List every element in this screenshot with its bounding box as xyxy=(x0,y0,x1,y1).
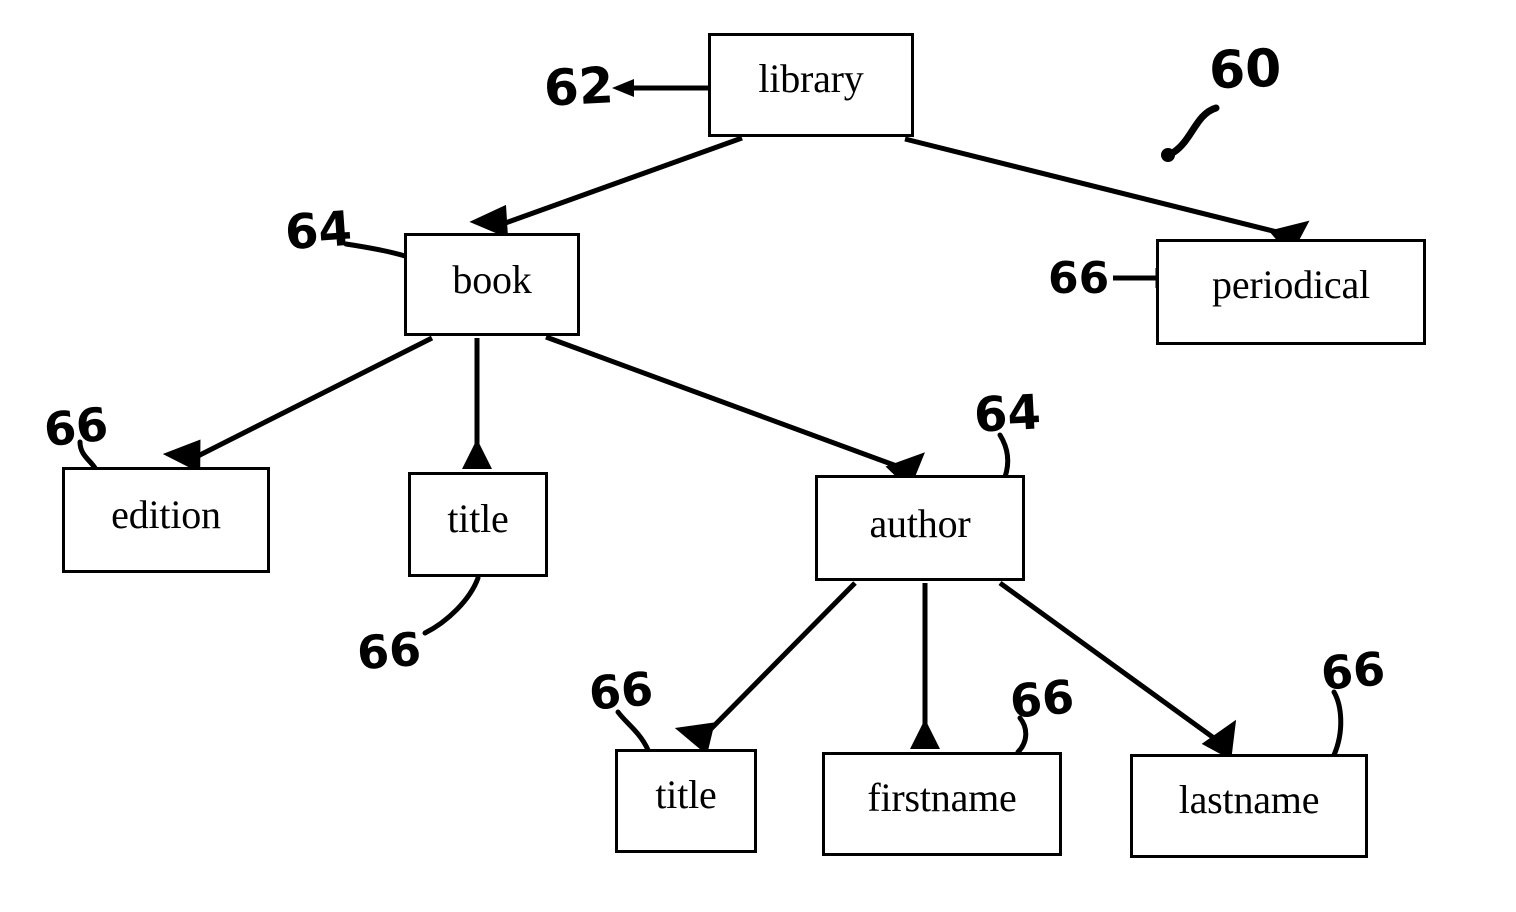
leader-66-lastname xyxy=(1331,689,1344,758)
reference-numeral-64-book: 64 xyxy=(283,200,354,262)
node-edition[interactable]: edition xyxy=(62,467,270,573)
reference-numeral-66-firstname: 66 xyxy=(1007,669,1077,729)
figure-canvas: library book periodical edition title au… xyxy=(0,0,1516,912)
node-book-label: book xyxy=(452,256,532,302)
node-lastname[interactable]: lastname xyxy=(1130,754,1368,858)
edge-book-edition xyxy=(162,335,434,474)
reference-numeral-66-lastname: 66 xyxy=(1318,641,1388,701)
node-title-author-label: title xyxy=(655,772,717,817)
edge-book-author xyxy=(545,334,925,490)
node-firstname[interactable]: firstname xyxy=(822,752,1062,856)
node-title-book[interactable]: title xyxy=(408,472,548,577)
edge-book-title xyxy=(462,338,492,469)
reference-numeral-66-title-author: 66 xyxy=(586,661,656,721)
reference-numeral-64-author: 64 xyxy=(972,384,1043,444)
leader-62 xyxy=(612,79,708,97)
edge-author-title xyxy=(674,581,857,756)
node-lastname-label: lastname xyxy=(1178,777,1320,822)
node-author-label: author xyxy=(869,501,971,546)
leader-60 xyxy=(1161,104,1220,162)
node-title-author[interactable]: title xyxy=(615,749,757,853)
node-title-book-label: title xyxy=(447,495,509,541)
node-periodical-label: periodical xyxy=(1212,262,1370,307)
leader-66-periodical xyxy=(1113,268,1161,288)
reference-numeral-66-periodical: 66 xyxy=(1048,253,1110,304)
reference-numeral-62: 62 xyxy=(542,56,616,118)
node-edition-label: edition xyxy=(111,492,221,537)
reference-numeral-60: 60 xyxy=(1207,38,1283,102)
edge-author-firstname xyxy=(910,583,940,749)
reference-numeral-66-title-book: 66 xyxy=(355,621,423,681)
edge-library-book xyxy=(469,135,743,239)
leader-64-book xyxy=(343,241,408,259)
node-periodical[interactable]: periodical xyxy=(1156,239,1426,345)
leader-66-title-book xyxy=(422,575,481,636)
node-book[interactable]: book xyxy=(404,233,580,336)
node-firstname-label: firstname xyxy=(867,775,1017,820)
node-library-label: library xyxy=(758,56,864,101)
node-author[interactable]: author xyxy=(815,475,1025,581)
node-library[interactable]: library xyxy=(708,33,914,137)
reference-numeral-66-edition: 66 xyxy=(41,396,111,458)
